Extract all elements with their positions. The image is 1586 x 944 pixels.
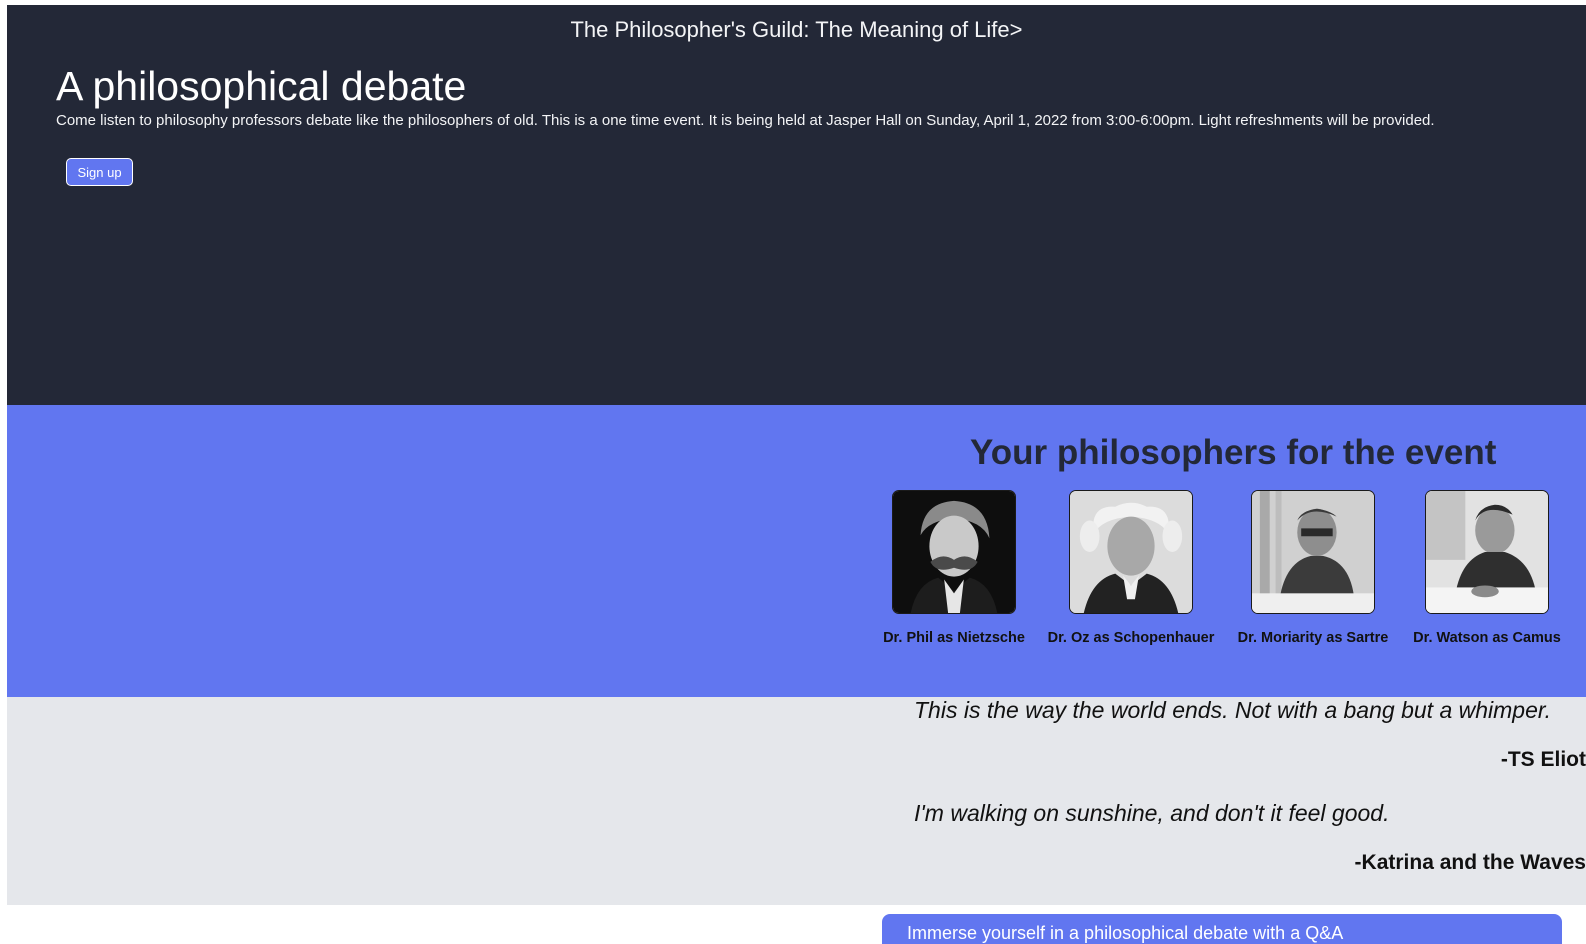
philosopher-name: Dr. Moriarity as Sartre (1237, 630, 1389, 646)
sartre-portrait (1251, 490, 1375, 614)
philosopher-card: Dr. Phil as Nietzsche (883, 490, 1025, 646)
philosopher-name: Dr. Watson as Camus (1413, 630, 1561, 646)
quote-text: This is the way the world ends. Not with… (914, 697, 1552, 723)
quote-text: I'm walking on sunshine, and don't it fe… (914, 800, 1390, 826)
quote-author: -Katrina and the Waves (1354, 851, 1586, 874)
hero-section: The Philosopher's Guild: The Meaning of … (7, 5, 1586, 405)
site-title: The Philosopher's Guild: The Meaning of … (570, 17, 1023, 42)
event-description: Come listen to philosophy professors deb… (56, 112, 1435, 129)
philosophers-heading: Your philosophers for the event (970, 433, 1497, 472)
philosopher-card: Dr. Moriarity as Sartre (1238, 490, 1388, 646)
philosopher-card: Dr. Oz as Schopenhauer (1048, 490, 1214, 646)
nietzsche-portrait (892, 490, 1016, 614)
cta-card: Immerse yourself in a philosophical deba… (882, 914, 1562, 944)
philosopher-name: Dr. Phil as Nietzsche (883, 630, 1025, 646)
philosopher-card: Dr. Watson as Camus (1413, 490, 1561, 646)
quotes-section: This is the way the world ends. Not with… (7, 697, 1586, 905)
cta-text: Immerse yourself in a philosophical deba… (907, 923, 1344, 943)
philosopher-name: Dr. Oz as Schopenhauer (1047, 630, 1215, 646)
quote-author: -TS Eliot (1500, 748, 1586, 771)
camus-portrait (1425, 490, 1549, 614)
philosophers-section: Your philosophers for the event Dr. Phil… (7, 405, 1586, 697)
page-title: A philosophical debate (56, 63, 467, 109)
signup-button[interactable]: Sign up (66, 158, 133, 186)
schopenhauer-portrait (1069, 490, 1193, 614)
